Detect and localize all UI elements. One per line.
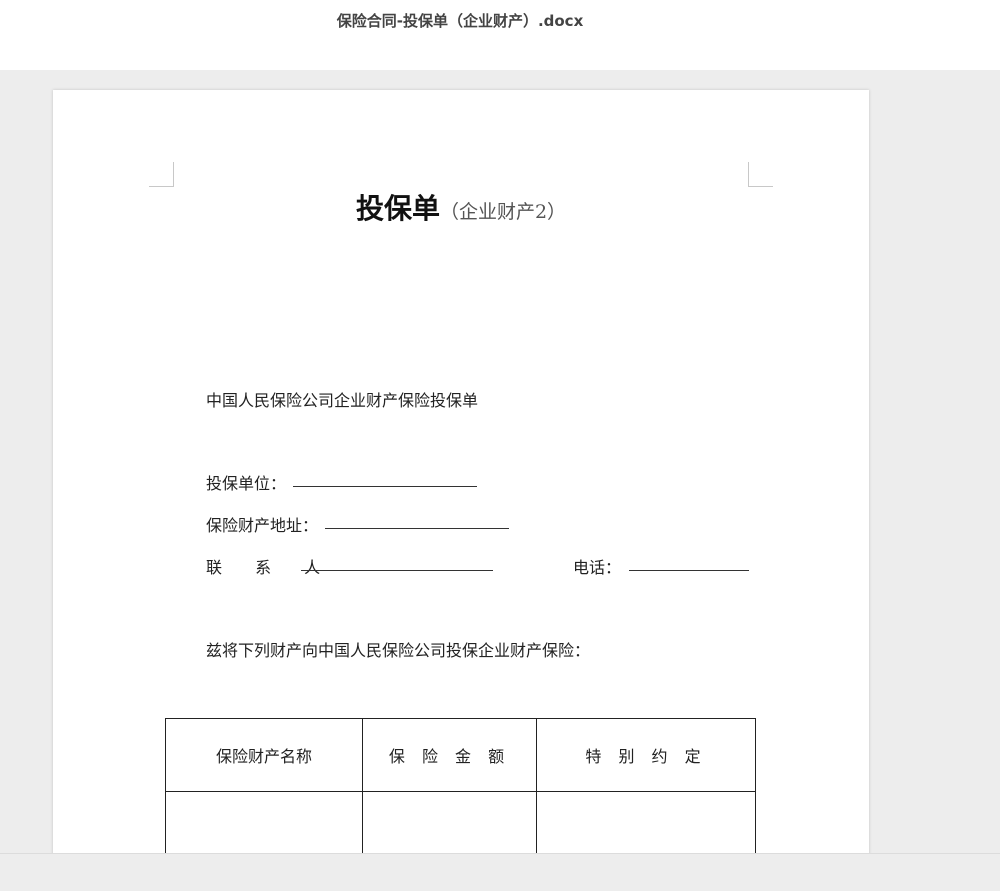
document-title: 保险合同-投保单（企业财产）.docx <box>336 12 584 30</box>
insured-unit-field[interactable] <box>293 486 477 487</box>
statement-text: 兹将下列财产向中国人民保险公司投保企业财产保险： <box>206 641 591 660</box>
header-insured-amount: 保 险 金 额 <box>362 718 537 792</box>
heading-main: 投保单 <box>355 192 440 225</box>
title-bar: 保险合同-投保单（企业财产）.docx <box>0 0 1000 70</box>
header-property-name: 保险财产名称 <box>165 718 363 792</box>
header-special-terms: 特 别 约 定 <box>536 718 756 792</box>
property-address-field[interactable] <box>325 528 509 529</box>
margin-corner-top-right <box>748 162 773 187</box>
contact-label: 联 系 人 <box>206 558 335 577</box>
document-heading: 投保单（企业财产2） <box>53 187 869 227</box>
heading-sub: （企业财产2） <box>439 201 567 223</box>
bottom-bar <box>0 853 1000 891</box>
document-page: 投保单（企业财产2） 中国人民保险公司企业财产保险投保单 投保单位： 保险财产地… <box>53 90 869 890</box>
table-header-row: 保险财产名称 保 险 金 额 特 别 约 定 <box>165 718 756 792</box>
insured-unit-label: 投保单位： <box>206 474 287 493</box>
property-address-label: 保险财产地址： <box>206 516 319 535</box>
phone-field[interactable] <box>629 570 749 571</box>
contact-field[interactable] <box>301 570 493 571</box>
company-line: 中国人民保险公司企业财产保险投保单 <box>206 391 479 410</box>
margin-corner-top-left <box>149 162 174 187</box>
phone-label: 电话： <box>573 558 622 577</box>
property-table: 保险财产名称 保 险 金 额 特 别 约 定 <box>165 718 756 865</box>
